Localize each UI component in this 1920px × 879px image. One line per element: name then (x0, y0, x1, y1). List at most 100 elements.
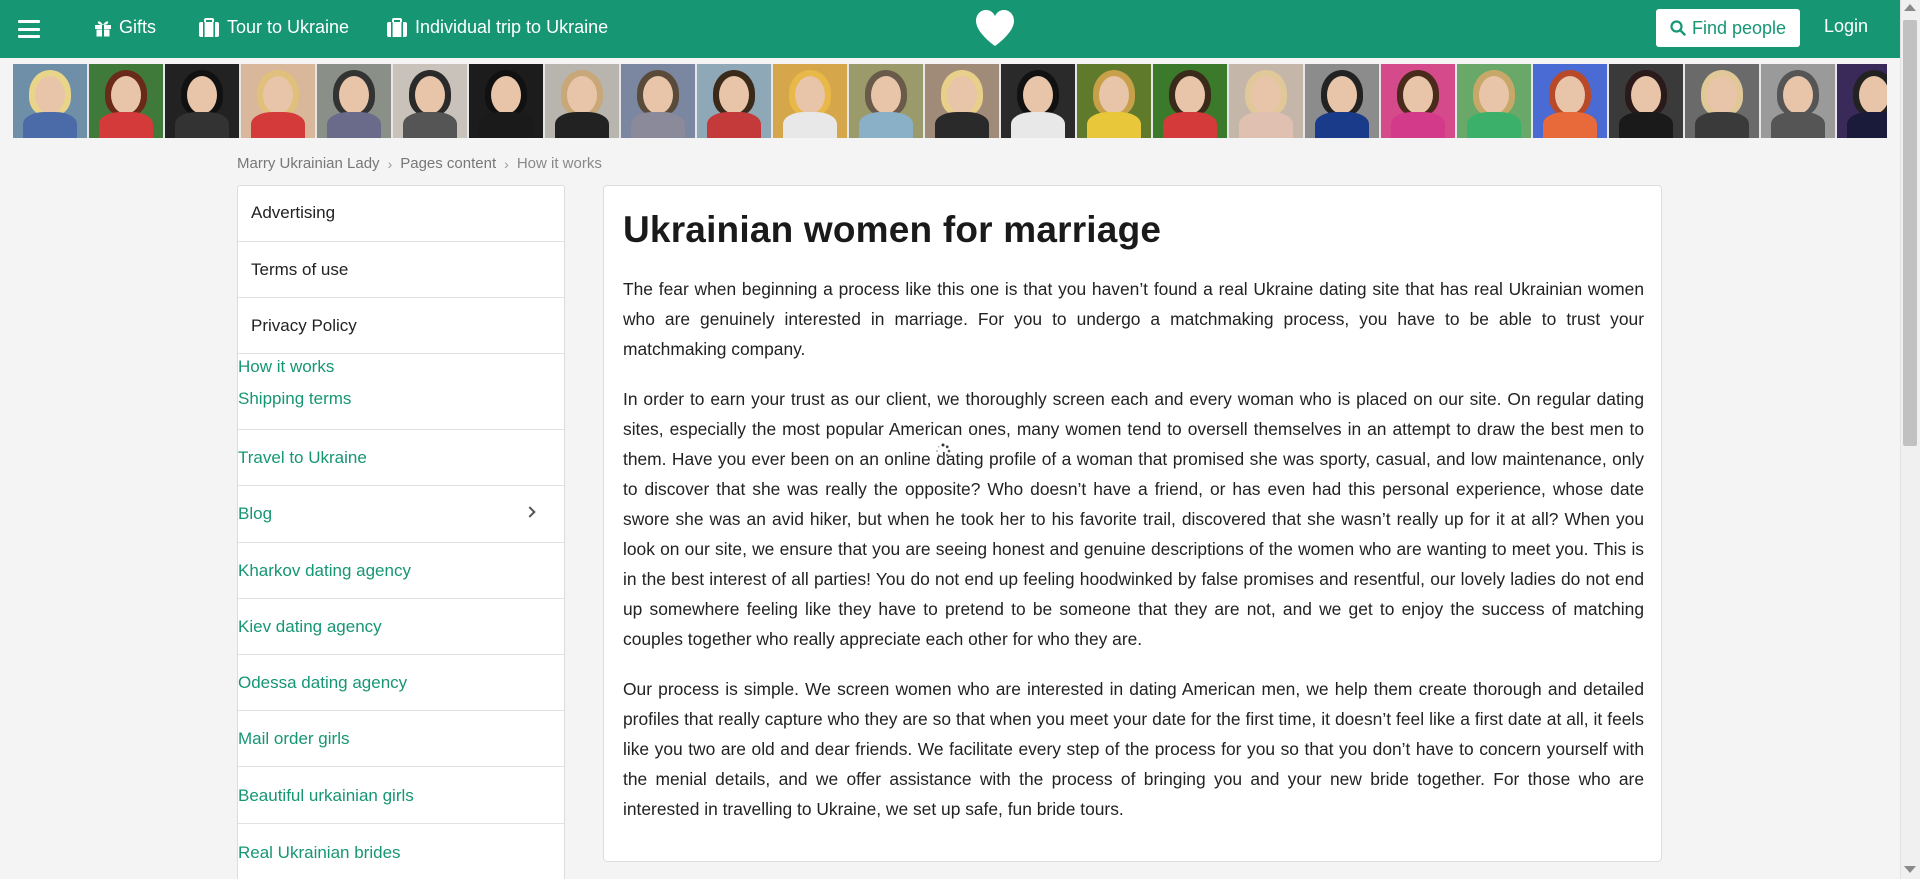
photo-body-shape (1467, 112, 1521, 138)
breadcrumb-home[interactable]: Marry Ukrainian Lady (237, 155, 380, 172)
profile-photo-thumbnail[interactable] (1229, 64, 1303, 138)
profile-photo-thumbnail[interactable] (1305, 64, 1379, 138)
gift-icon (95, 20, 111, 37)
photo-body-shape (251, 112, 305, 138)
sidebar-item-beautiful-girls[interactable]: Beautiful urkainian girls (238, 767, 564, 824)
profile-photo-thumbnail[interactable] (773, 64, 847, 138)
profile-photo-thumbnail[interactable] (1685, 64, 1759, 138)
profile-photo-thumbnail[interactable] (849, 64, 923, 138)
suitcase-icon (387, 17, 407, 37)
photo-body-shape (1771, 112, 1825, 138)
photo-face-shape (1327, 76, 1357, 114)
profile-photo-thumbnail[interactable] (1533, 64, 1607, 138)
chevron-right-icon (524, 506, 536, 518)
sidebar-item-kiev[interactable]: Kiev dating agency (238, 599, 564, 655)
menu-icon[interactable] (18, 20, 40, 38)
photo-body-shape (707, 112, 761, 138)
sidebar-item-mail-order-girls[interactable]: Mail order girls (238, 711, 564, 767)
nav-individual-trip-label: Individual trip to Ukraine (415, 17, 609, 37)
photo-body-shape (555, 112, 609, 138)
content-paragraph: The fear when beginning a process like t… (623, 279, 1644, 359)
photo-body-shape (1163, 112, 1217, 138)
photo-body-shape (1543, 112, 1597, 138)
scroll-up-arrow-icon[interactable] (1904, 4, 1916, 11)
nav-tour-link[interactable]: Tour to Ukraine (198, 17, 349, 38)
profile-photo-thumbnail[interactable] (1761, 64, 1835, 138)
photo-body-shape (327, 112, 381, 138)
nav-individual-trip-link[interactable]: Individual trip to Ukraine (386, 17, 608, 38)
breadcrumb-separator: › (387, 155, 393, 172)
photo-body-shape (783, 112, 837, 138)
profile-photo-thumbnail[interactable] (393, 64, 467, 138)
photo-face-shape (491, 76, 521, 114)
photo-face-shape (1175, 76, 1205, 114)
scrollbar-thumb[interactable] (1903, 20, 1917, 446)
sidebar-item-odessa[interactable]: Odessa dating agency (238, 655, 564, 711)
nav-gifts-label: Gifts (119, 17, 157, 37)
profile-photo-thumbnail[interactable] (1609, 64, 1683, 138)
photo-face-shape (643, 76, 673, 114)
photo-body-shape (1087, 112, 1141, 138)
breadcrumb: Marry Ukrainian Lady › Pages content › H… (237, 155, 602, 172)
photo-face-shape (1707, 76, 1737, 114)
photo-face-shape (1631, 76, 1661, 114)
photo-face-shape (263, 76, 293, 114)
profile-photo-thumbnail[interactable] (621, 64, 695, 138)
photo-face-shape (947, 76, 977, 114)
breadcrumb-pages-content[interactable]: Pages content (400, 155, 496, 172)
photo-body-shape (23, 112, 77, 138)
photo-face-shape (35, 76, 65, 114)
heart-logo-icon[interactable] (974, 8, 1016, 48)
photo-body-shape (631, 112, 685, 138)
sidebar-item-real-brides[interactable]: Real Ukrainian brides (238, 824, 564, 879)
photo-body-shape (99, 112, 153, 138)
profile-photo-thumbnail[interactable] (1837, 64, 1887, 138)
profile-photo-strip (13, 64, 1887, 138)
photo-body-shape (479, 112, 533, 138)
sidebar-item-how-it-works[interactable]: How it works (238, 354, 564, 380)
nav-tour-label: Tour to Ukraine (227, 17, 350, 37)
photo-body-shape (1315, 112, 1369, 138)
photo-face-shape (187, 76, 217, 114)
sidebar-item-blog[interactable]: Blog (238, 486, 564, 543)
profile-photo-thumbnail[interactable] (697, 64, 771, 138)
photo-face-shape (871, 76, 901, 114)
find-people-button[interactable]: Find people (1656, 9, 1800, 47)
scroll-down-arrow-icon[interactable] (1904, 866, 1916, 873)
sidebar-item-kharkov[interactable]: Kharkov dating agency (238, 543, 564, 599)
photo-face-shape (111, 76, 141, 114)
profile-photo-thumbnail[interactable] (1153, 64, 1227, 138)
profile-photo-thumbnail[interactable] (13, 64, 87, 138)
content-paragraph: Our process is simple. We screen women w… (623, 679, 1644, 819)
profile-photo-thumbnail[interactable] (1457, 64, 1531, 138)
profile-photo-thumbnail[interactable] (1077, 64, 1151, 138)
suitcase-icon (199, 17, 219, 37)
photo-body-shape (1847, 112, 1887, 138)
photo-body-shape (403, 112, 457, 138)
profile-photo-thumbnail[interactable] (89, 64, 163, 138)
photo-face-shape (567, 76, 597, 114)
sidebar-item-shipping-terms[interactable]: Shipping terms (238, 380, 564, 430)
login-link[interactable]: Login (1824, 16, 1868, 37)
profile-photo-thumbnail[interactable] (241, 64, 315, 138)
nav-gifts-link[interactable]: Gifts (94, 17, 156, 38)
sidebar-item-terms-of-use[interactable]: Terms of use (238, 242, 564, 298)
sidebar-item-travel-to-ukraine[interactable]: Travel to Ukraine (238, 430, 564, 486)
photo-face-shape (1099, 76, 1129, 114)
profile-photo-thumbnail[interactable] (165, 64, 239, 138)
breadcrumb-separator: › (504, 155, 509, 172)
profile-photo-thumbnail[interactable] (317, 64, 391, 138)
profile-photo-thumbnail[interactable] (925, 64, 999, 138)
profile-photo-thumbnail[interactable] (1381, 64, 1455, 138)
sidebar-item-privacy-policy[interactable]: Privacy Policy (238, 298, 564, 354)
find-people-label: Find people (1691, 17, 1787, 38)
main-content-card: Ukrainian women for marriage The fear wh… (603, 185, 1662, 862)
profile-photo-thumbnail[interactable] (469, 64, 543, 138)
sidebar-item-advertising[interactable]: Advertising (238, 186, 564, 242)
profile-photo-thumbnail[interactable] (1001, 64, 1075, 138)
photo-body-shape (1619, 112, 1673, 138)
profile-photo-thumbnail[interactable] (545, 64, 619, 138)
photo-face-shape (1859, 76, 1887, 114)
photo-face-shape (1479, 76, 1509, 114)
breadcrumb-current: How it works (516, 155, 602, 172)
